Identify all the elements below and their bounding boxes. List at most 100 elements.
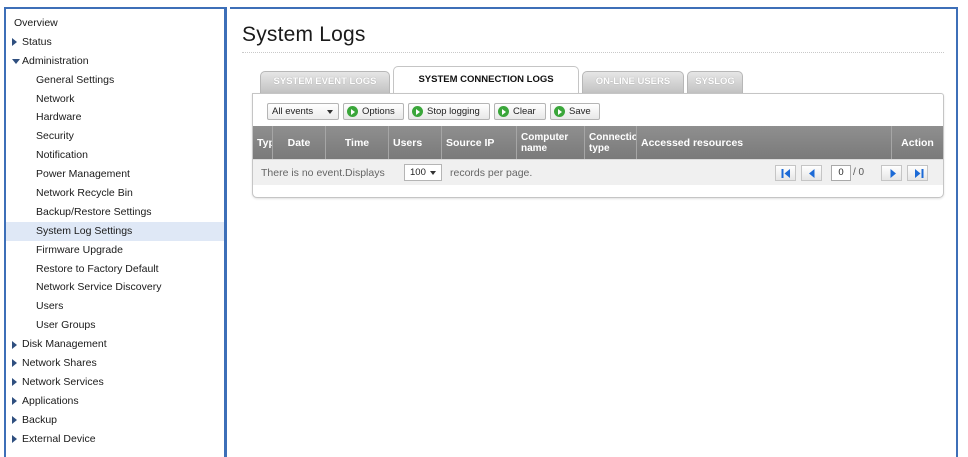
column-header-source-ip[interactable]: Source IP [442, 126, 517, 159]
sidebar-item-general-settings[interactable]: General Settings [6, 71, 224, 90]
column-header-type[interactable]: Type [253, 126, 273, 159]
sidebar-item-label: Notification [36, 149, 88, 162]
collapse-arrow-icon[interactable] [12, 59, 20, 65]
expand-arrow-icon[interactable] [12, 359, 17, 368]
sidebar-item-network[interactable]: Network [6, 90, 224, 109]
sidebar-item-backup[interactable]: Backup [6, 411, 224, 430]
sidebar-item-label: External Device [22, 432, 96, 445]
sidebar-item-label: Administration [22, 54, 89, 67]
sidebar-item-label: Network Recycle Bin [36, 187, 133, 200]
sidebar-item-users[interactable]: Users [6, 297, 224, 316]
options-button[interactable]: Options [343, 103, 404, 120]
save-button[interactable]: Save [550, 103, 600, 120]
sidebar-item-label: Disk Management [22, 338, 107, 351]
sidebar-item-overview[interactable]: Overview [6, 14, 224, 33]
go-arrow-icon [347, 106, 358, 117]
sidebar-item-label: Firmware Upgrade [36, 243, 123, 256]
sidebar-item-label: Restore to Factory Default [36, 262, 159, 275]
main-panel: System Logs SYSTEM EVENT LOGS SYSTEM CON… [230, 7, 958, 457]
sidebar-item-disk-management[interactable]: Disk Management [6, 335, 224, 354]
sidebar-item-external-device[interactable]: External Device [6, 430, 224, 449]
column-header-users[interactable]: Users [389, 126, 442, 159]
column-header-accessed-resources[interactable]: Accessed resources [637, 126, 892, 159]
sidebar-item-label: Network [36, 92, 75, 105]
expand-arrow-icon[interactable] [12, 378, 17, 387]
total-pages-label: / 0 [853, 167, 865, 178]
expand-arrow-icon[interactable] [12, 416, 17, 425]
first-page-icon [781, 169, 790, 178]
stop-logging-button[interactable]: Stop logging [408, 103, 490, 120]
sidebar-item-label: Status [22, 35, 52, 48]
last-page-icon [915, 169, 924, 178]
sidebar-item-power-management[interactable]: Power Management [6, 165, 224, 184]
clear-button-label: Clear [513, 106, 536, 117]
sidebar-item-user-groups[interactable]: User Groups [6, 316, 224, 335]
column-header-time[interactable]: Time [326, 126, 389, 159]
sidebar: Overview Status Administration General S… [4, 7, 227, 457]
sidebar-item-label: Applications [22, 394, 79, 407]
previous-page-icon [809, 169, 815, 178]
sidebar-item-network-shares[interactable]: Network Shares [6, 354, 224, 373]
sidebar-item-label: Backup/Restore Settings [36, 205, 152, 218]
sidebar-item-label: Overview [14, 17, 58, 29]
tab-system-event-logs[interactable]: SYSTEM EVENT LOGS [260, 71, 390, 93]
page-size-value: 100 [410, 167, 426, 178]
column-header-action[interactable]: Action [892, 126, 943, 159]
sidebar-item-security[interactable]: Security [6, 127, 224, 146]
sidebar-item-status[interactable]: Status [6, 33, 224, 52]
table-footer: There is no event.Displays 100 records p… [253, 159, 943, 185]
expand-arrow-icon[interactable] [12, 435, 17, 444]
sidebar-item-backup-restore-settings[interactable]: Backup/Restore Settings [6, 203, 224, 222]
sidebar-item-network-recycle-bin[interactable]: Network Recycle Bin [6, 184, 224, 203]
sidebar-item-administration[interactable]: Administration [6, 52, 224, 71]
sidebar-item-label: Network Service Discovery [36, 281, 162, 294]
next-page-icon [890, 169, 896, 178]
go-arrow-icon [412, 106, 423, 117]
save-button-label: Save [569, 106, 591, 117]
event-filter-value: All events [272, 106, 314, 117]
previous-page-button[interactable] [801, 165, 822, 181]
sidebar-item-network-services[interactable]: Network Services [6, 373, 224, 392]
sidebar-item-hardware[interactable]: Hardware [6, 108, 224, 127]
go-arrow-icon [498, 106, 509, 117]
current-page-input[interactable]: 0 [831, 165, 851, 181]
log-panel: All events Options Stop logging Clear Sa… [252, 93, 944, 198]
sidebar-item-label: Power Management [36, 168, 130, 181]
clear-button[interactable]: Clear [494, 103, 546, 120]
sidebar-item-label: General Settings [36, 73, 115, 86]
column-header-connection-type[interactable]: Connection type [585, 126, 637, 159]
sidebar-item-system-log-settings[interactable]: System Log Settings [6, 221, 224, 241]
sidebar-item-label: Security [36, 130, 74, 143]
next-page-button[interactable] [881, 165, 902, 181]
title-divider [242, 52, 944, 53]
page-size-select[interactable]: 100 [404, 164, 442, 181]
expand-arrow-icon[interactable] [12, 397, 17, 406]
expand-arrow-icon[interactable] [12, 38, 17, 47]
event-filter-select[interactable]: All events [267, 103, 339, 120]
sidebar-item-label: Hardware [36, 111, 82, 124]
first-page-button[interactable] [775, 165, 796, 181]
tab-system-connection-logs[interactable]: SYSTEM CONNECTION LOGS [393, 66, 579, 94]
tab-on-line-users[interactable]: ON-LINE USERS [582, 71, 684, 93]
toolbar: All events Options Stop logging Clear Sa… [261, 100, 937, 122]
app-window: Overview Status Administration General S… [0, 0, 968, 457]
column-header-computer-name[interactable]: Computer name [517, 126, 585, 159]
sidebar-item-label: System Log Settings [36, 224, 133, 237]
sidebar-item-firmware-upgrade[interactable]: Firmware Upgrade [6, 241, 224, 260]
sidebar-nav: Overview Status Administration General S… [6, 9, 224, 448]
sidebar-item-restore-to-factory-default[interactable]: Restore to Factory Default [6, 260, 224, 279]
last-page-button[interactable] [907, 165, 928, 181]
options-button-label: Options [362, 106, 395, 117]
go-arrow-icon [554, 106, 565, 117]
sidebar-item-label: Network Shares [22, 357, 97, 370]
sidebar-item-label: Users [36, 300, 64, 313]
page-title: System Logs [242, 23, 366, 46]
sidebar-item-label: Network Services [22, 375, 104, 388]
sidebar-item-notification[interactable]: Notification [6, 146, 224, 165]
tab-syslog[interactable]: SYSLOG [687, 71, 743, 93]
chevron-down-icon [327, 110, 333, 114]
sidebar-item-network-service-discovery[interactable]: Network Service Discovery [6, 278, 224, 297]
sidebar-item-applications[interactable]: Applications [6, 392, 224, 411]
column-header-date[interactable]: Date [273, 126, 326, 159]
expand-arrow-icon[interactable] [12, 340, 17, 349]
